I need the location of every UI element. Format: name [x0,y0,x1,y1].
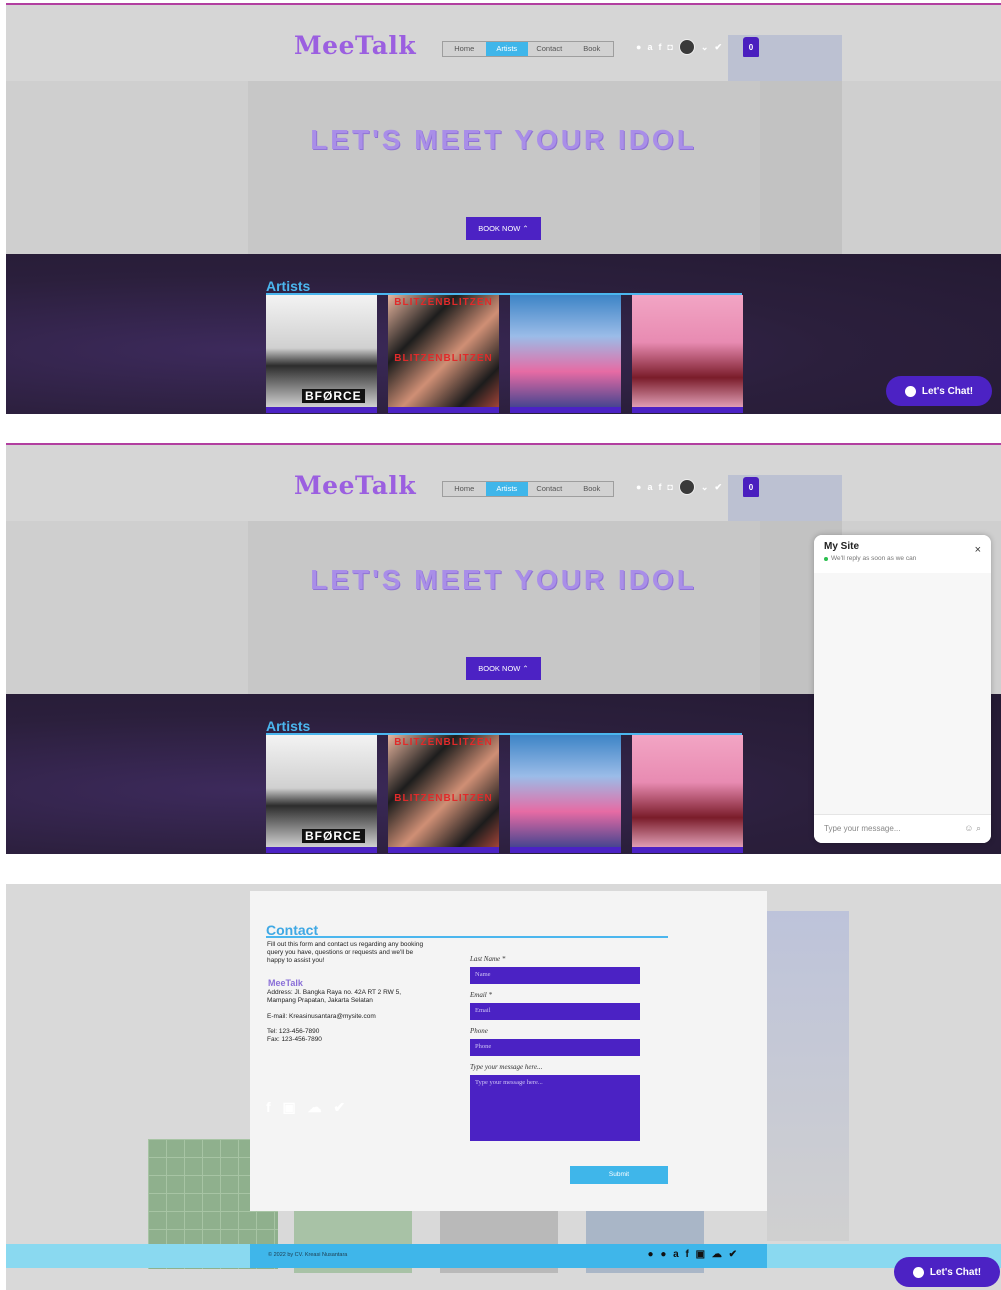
screenshot-panel-3: Contact Fill out this form and contact u… [6,884,1001,1290]
nav-artists[interactable]: Artists [485,42,528,56]
bforce-logo: BFØRCE [302,389,365,403]
hero-title: LET'S MEET YOUR IDOL [310,124,697,155]
online-dot [824,556,828,561]
twitter-icon[interactable]: ✔ [714,40,722,54]
contact-divider [266,936,668,938]
spotify-icon[interactable]: ● [636,40,641,54]
chat-icon [904,385,916,397]
email-label: Email * [470,991,492,999]
blitzen-logo: BLITZENBLITZEN [394,737,493,748]
screenshot-panel-1: MeeTalk Home Artists Contact Book ● a f … [6,0,1001,414]
cart-button[interactable]: 0 [743,37,759,57]
nav-home[interactable]: Home [443,482,486,496]
book-now-button[interactable]: BOOK NOW ⌃ [466,657,541,680]
twitter-icon[interactable]: ✔ [714,480,722,494]
chat-message-input[interactable]: Type your message... ☺ ⌕ [814,814,991,843]
nav-contact[interactable]: Contact [528,42,571,56]
contact-card: Contact Fill out this form and contact u… [250,891,767,1211]
artists-section: Artists BFØRCE BLITZENBLITZEN BLITZENBLIT… [6,254,1001,414]
chat-header: My Site We'll reply as soon as we can × [814,535,991,573]
nav-artists[interactable]: Artists [485,482,528,496]
artist-thumb-4[interactable] [632,295,743,413]
email-field[interactable]: Email [470,1003,640,1020]
artists-heading: Artists [266,718,311,734]
hero-decoration [760,81,842,254]
blitzen-logo: BLITZENBLITZEN [394,793,493,804]
nav-contact[interactable]: Contact [528,482,571,496]
chat-panel: My Site We'll reply as soon as we can × … [814,535,991,843]
artist-thumb-3[interactable] [510,735,621,853]
artist-thumb-bforce[interactable]: BFØRCE [266,295,377,413]
book-now-button[interactable]: BOOK NOW ⌃ [466,217,541,240]
copyright: © 2022 by CV. Kreasi Nusantara [268,1252,348,1258]
site-header: MeeTalk Home Artists Contact Book ● a f … [6,445,1001,526]
blitzen-logo: BLITZENBLITZEN [394,297,493,308]
phone-label: Phone [470,1027,488,1035]
contact-brand: MeeTalk [268,978,303,988]
footer-social-icons[interactable]: ● ● a f ▣ ☁ ✔ [648,1249,739,1260]
blitzen-logo: BLITZENBLITZEN [394,353,493,364]
instagram-icon[interactable]: ◘ [667,40,672,54]
main-nav: Home Artists Contact Book [442,41,614,57]
chevron-down-icon[interactable]: ⌄ [701,480,709,494]
artists-heading: Artists [266,278,311,294]
lets-chat-button[interactable]: Let's Chat! [886,376,992,406]
contact-tel: Tel: 123-456-7890 [267,1028,320,1035]
contact-fax: Fax: 123-456-7890 [267,1036,322,1043]
site-header: MeeTalk Home Artists Contact Book ● a f … [6,5,1001,86]
header-social: ● a f ◘ ⌄ ✔ [636,39,722,55]
instagram-icon[interactable]: ◘ [667,480,672,494]
chat-status: We'll reply as soon as we can [824,555,916,562]
amazon-icon[interactable]: a [647,40,652,54]
facebook-icon[interactable]: f [658,480,661,494]
close-icon[interactable]: × [975,544,981,556]
site-logo[interactable]: MeeTalk [294,31,416,60]
cart-button[interactable]: 0 [743,477,759,497]
name-field[interactable]: Name [470,967,640,984]
contact-email: E-mail: Kreasinusantara@mysite.com [267,1013,376,1020]
bforce-logo: BFØRCE [302,829,365,843]
amazon-icon[interactable]: a [647,480,652,494]
facebook-icon[interactable]: f [658,40,661,54]
message-field[interactable]: Type your message here... [470,1075,640,1141]
message-label: Type your message here... [470,1063,543,1071]
phone-field[interactable]: Phone [470,1039,640,1056]
chat-placeholder: Type your message... [824,824,901,833]
nav-book[interactable]: Book [571,482,614,496]
artist-thumb-4[interactable] [632,735,743,853]
avatar[interactable] [678,479,695,495]
artist-thumb-3[interactable] [510,295,621,413]
lets-chat-button[interactable]: Let's Chat! [894,1257,1000,1287]
spotify-icon[interactable]: ● [636,480,641,494]
emoji-attach-icons[interactable]: ☺ ⌕ [964,823,981,834]
header-social: ● a f ◘ ⌄ ✔ [636,479,722,495]
nav-book[interactable]: Book [571,42,614,56]
main-nav: Home Artists Contact Book [442,481,614,497]
chevron-down-icon[interactable]: ⌄ [701,40,709,54]
background-decoration [767,911,849,1241]
contact-social-icons[interactable]: f ▣ ☁ ✔ [266,1099,349,1116]
screenshot-panel-2: MeeTalk Home Artists Contact Book ● a f … [6,440,1001,854]
submit-button[interactable]: Submit [570,1166,668,1184]
site-footer: © 2022 by CV. Kreasi Nusantara ● ● a f ▣… [6,1244,1001,1268]
contact-address: Address: Jl. Bangka Raya no. 42A RT 2 RW… [267,989,402,1004]
last-name-label: Last Name * [470,955,506,963]
avatar[interactable] [678,39,695,55]
artist-thumb-blitzen[interactable]: BLITZENBLITZEN BLITZENBLITZEN [388,735,499,853]
nav-home[interactable]: Home [443,42,486,56]
contact-intro: Fill out this form and contact us regard… [267,941,424,964]
site-logo[interactable]: MeeTalk [294,471,416,500]
chat-icon [912,1266,924,1278]
footer-bar: © 2022 by CV. Kreasi Nusantara ● ● a f ▣… [250,1244,767,1268]
artist-thumb-bforce[interactable]: BFØRCE [266,735,377,853]
artist-thumb-blitzen[interactable]: BLITZENBLITZEN BLITZENBLITZEN [388,295,499,413]
chat-title: My Site [824,541,860,552]
